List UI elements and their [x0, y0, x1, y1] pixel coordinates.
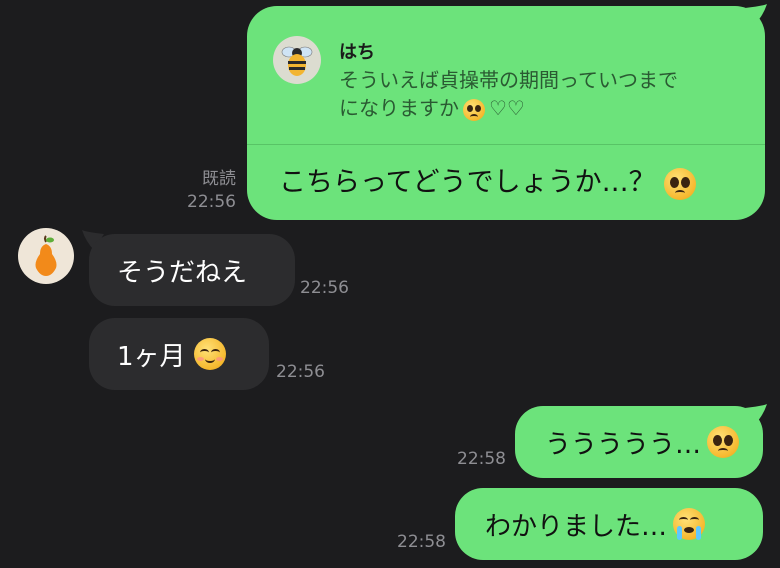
incoming-message-bubble[interactable]: 1ヶ月 [89, 318, 269, 390]
pleading-face-icon [463, 98, 485, 121]
quoted-message[interactable]: はち そういえば貞操帯の期間っていつまで になりますか ♡♡ [247, 6, 765, 145]
pear-avatar-icon[interactable] [18, 228, 74, 284]
message-time: 22:58 [397, 532, 446, 552]
pleading-face-icon [663, 167, 696, 200]
quoted-text-line-2: になりますか ♡♡ [339, 94, 749, 122]
quoted-text-line-1: そういえば貞操帯の期間っていつまで [339, 68, 678, 92]
bee-avatar-icon [273, 36, 321, 84]
quoted-sender-name: はち [339, 42, 375, 63]
read-status: 既読 [202, 169, 236, 189]
reply-message-text-content: こちらってどうでしょうか…？ [279, 167, 656, 198]
pleading-face-icon [707, 426, 740, 458]
reply-message-text: こちらってどうでしょうか…？ [279, 160, 696, 200]
bubble-tail-out [745, 404, 767, 424]
quoted-text-line-2-text: になりますか [339, 96, 459, 120]
message-text: そうだねえ [117, 257, 248, 288]
outgoing-message-bubble[interactable]: わかりました… [455, 488, 763, 560]
smiling-face-icon [193, 338, 226, 370]
message-time: 22:56 [300, 278, 349, 298]
loudly-crying-face-icon [673, 508, 706, 540]
message-time: 22:58 [457, 449, 506, 469]
message-text: 1ヶ月 [117, 341, 186, 372]
message-time: 22:56 [187, 192, 236, 212]
hearts-text: ♡♡ [489, 96, 525, 120]
message-text: ううううう… [545, 429, 702, 460]
bubble-tail-out [745, 4, 767, 24]
quoted-text: そういえば貞操帯の期間っていつまで になりますか ♡♡ [339, 66, 749, 122]
message-text: わかりました… [485, 511, 668, 542]
outgoing-message-bubble[interactable]: ううううう… [515, 406, 763, 478]
message-time: 22:56 [276, 362, 325, 382]
reply-message-bubble[interactable]: はち そういえば貞操帯の期間っていつまで になりますか ♡♡ こちらってどうでしょ… [247, 6, 765, 220]
incoming-message-bubble[interactable]: そうだねえ [89, 234, 295, 306]
